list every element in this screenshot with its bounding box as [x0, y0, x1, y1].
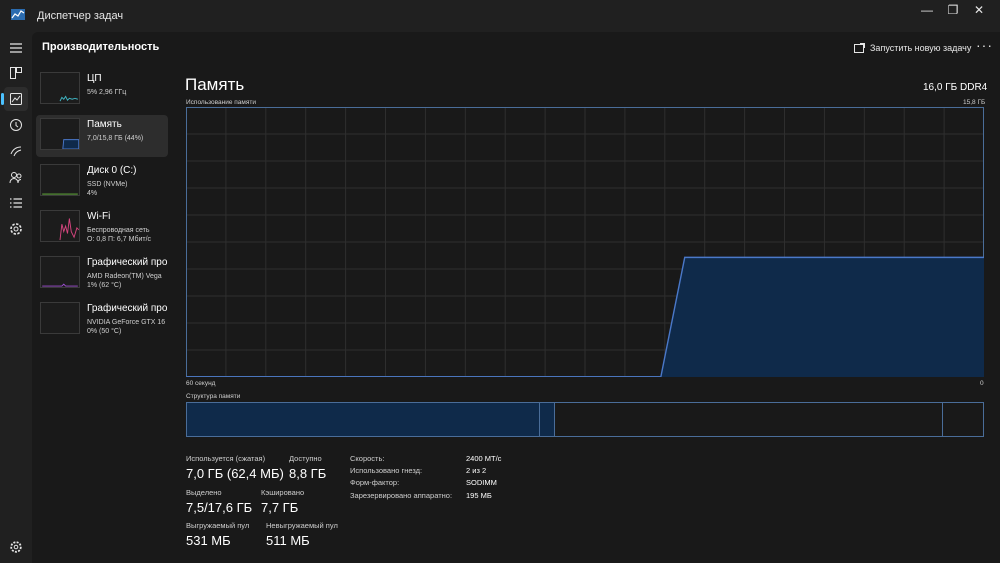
details-icon[interactable]	[4, 191, 28, 215]
spec-value: 195 МБ	[466, 491, 492, 500]
perf-item-disk[interactable]: Диск 0 (C:) SSD (NVMe) 4%	[36, 161, 168, 203]
gpu0-thumbnail	[40, 256, 80, 288]
spec-value: SODIMM	[466, 478, 497, 487]
perf-item-detail: NVIDIA GeForce GTX 16	[87, 319, 166, 326]
perf-item-name: Wi-Fi	[87, 211, 111, 222]
spec-label: Зарезервировано аппаратно:	[350, 491, 453, 500]
disk-thumbnail	[40, 164, 80, 196]
paged-pool-label: Выгружаемый пул	[186, 521, 250, 530]
spec-label: Скорость:	[350, 454, 385, 463]
perf-item-wifi[interactable]: Wi-Fi Беспроводная сеть О: 0,8 П: 6,7 Мб…	[36, 207, 168, 249]
navigation-rail	[0, 32, 32, 563]
processes-icon[interactable]	[4, 61, 28, 85]
composition-label: Структура памяти	[186, 393, 241, 400]
run-new-task-label: Запустить новую задачу	[870, 43, 972, 53]
run-task-icon	[854, 42, 865, 53]
perf-item-name: Графический про	[87, 303, 168, 314]
composition-segment-free	[942, 403, 983, 436]
performance-icon[interactable]	[1, 87, 28, 111]
perf-item-detail: 7,0/15,8 ГБ (44%)	[87, 135, 144, 142]
run-new-task-button[interactable]: Запустить новую задачу	[854, 40, 971, 56]
in-use-value: 7,0 ГБ (62,4 МБ)	[186, 466, 284, 481]
spec-label: Использовано гнезд:	[350, 466, 423, 475]
committed-label: Выделено	[186, 488, 222, 497]
perf-item-detail-2: 1% (62 °C)	[87, 282, 122, 289]
perf-item-cpu[interactable]: ЦП 5% 2,96 ГГц	[36, 69, 168, 111]
perf-item-name: Память	[87, 119, 122, 130]
page-title: Производительность	[42, 41, 160, 53]
spec-value: 2 из 2	[466, 466, 487, 475]
memory-usage-chart	[186, 107, 984, 377]
task-manager-app-icon	[11, 9, 25, 20]
composition-segment-modified	[539, 403, 555, 436]
paged-pool-value: 531 МБ	[186, 533, 231, 548]
close-button[interactable]: ✕	[956, 0, 1000, 32]
perf-item-memory[interactable]: Память 7,0/15,8 ГБ (44%)	[36, 115, 168, 157]
composition-segment-standby	[554, 403, 943, 436]
cached-value: 7,7 ГБ	[261, 500, 299, 515]
users-icon[interactable]	[4, 165, 28, 189]
chart-max-label: 15,8 ГБ	[963, 99, 986, 106]
startup-apps-icon[interactable]	[4, 139, 28, 163]
window-title: Диспетчер задач	[37, 10, 124, 22]
spec-label: Форм-фактор:	[350, 478, 400, 487]
main-pane: Производительность Запустить новую задач…	[32, 32, 1000, 563]
available-value: 8,8 ГБ	[289, 466, 327, 481]
composition-segment-in-use	[187, 403, 540, 436]
wifi-thumbnail	[40, 210, 80, 242]
nonpaged-pool-value: 511 МБ	[266, 533, 310, 548]
cpu-thumbnail	[40, 72, 80, 104]
perf-item-gpu0[interactable]: Графический про AMD Radeon(TM) Vega 1% (…	[36, 253, 168, 295]
perf-item-detail-2: 0% (50 °C)	[87, 328, 122, 335]
available-label: Доступно	[289, 454, 322, 463]
perf-item-detail: SSD (NVMe)	[87, 181, 128, 188]
title-bar: Диспетчер задач — ❐ ✕	[0, 0, 1000, 32]
memory-type: 16,0 ГБ DDR4	[923, 82, 988, 93]
more-options-button[interactable]: ···	[976, 37, 993, 53]
app-history-icon[interactable]	[4, 113, 28, 137]
settings-icon[interactable]	[4, 535, 28, 559]
perf-item-detail: Беспроводная сеть	[87, 227, 150, 234]
detail-title: Память	[185, 75, 245, 94]
perf-item-name: ЦП	[87, 73, 102, 84]
memory-composition-bar	[186, 402, 984, 437]
chart-y-label: Использование памяти	[186, 99, 256, 106]
perf-item-name: Графический про	[87, 257, 168, 268]
cached-label: Кэшировано	[261, 488, 305, 497]
perf-item-name: Диск 0 (C:)	[87, 165, 137, 176]
gpu1-thumbnail	[40, 302, 80, 334]
chart-x-left-label: 60 секунд	[186, 380, 216, 387]
committed-value: 7,5/17,6 ГБ	[186, 500, 253, 515]
hamburger-menu-icon[interactable]	[4, 36, 28, 60]
chart-x-right-label: 0	[980, 380, 984, 387]
in-use-label: Используется (сжатая)	[186, 454, 266, 463]
services-icon[interactable]	[4, 217, 28, 241]
perf-item-detail-2: 4%	[87, 190, 98, 197]
perf-item-detail-2: О: 0,8 П: 6,7 Мбит/с	[87, 236, 152, 243]
perf-item-gpu1[interactable]: Графический про NVIDIA GeForce GTX 16 0%…	[36, 299, 168, 341]
performance-list: ЦП 5% 2,96 ГГц Память 7,0/15,8 ГБ (44%) …	[36, 69, 168, 345]
perf-item-detail: AMD Radeon(TM) Vega	[87, 273, 162, 280]
perf-item-detail: 5% 2,96 ГГц	[87, 89, 127, 96]
spec-value: 2400 МТ/с	[466, 454, 502, 463]
nonpaged-pool-label: Невыгружаемый пул	[266, 521, 338, 530]
memory-thumbnail	[40, 118, 80, 150]
